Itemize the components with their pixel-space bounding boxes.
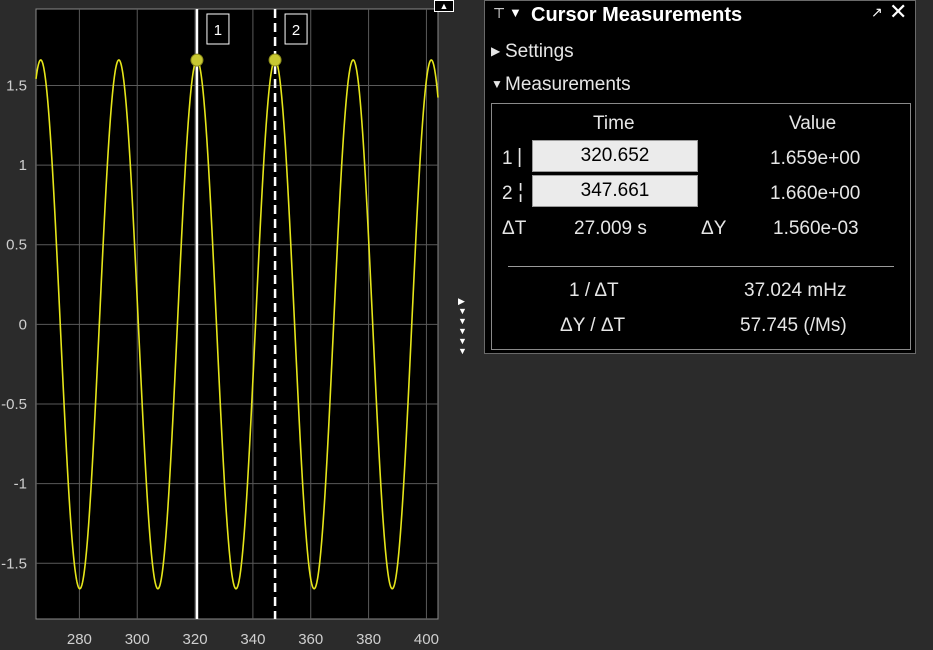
y-tick-label: -0.5 — [1, 396, 27, 413]
expand-toolbar-icon[interactable]: ▲ — [434, 0, 454, 12]
x-tick-label: 300 — [125, 631, 150, 648]
x-tick-label: 320 — [183, 631, 208, 648]
cursor1-value: 1.659e+00 — [770, 148, 861, 169]
delta-t-value: 27.009 s — [574, 218, 647, 239]
settings-section-toggle[interactable]: ▶ Settings — [491, 41, 574, 63]
x-tick-label: 380 — [356, 631, 381, 648]
y-tick-label: 1.5 — [6, 77, 27, 94]
y-tick-label: 1 — [19, 157, 27, 174]
y-tick-label: 0.5 — [6, 237, 27, 254]
table-divider — [508, 266, 894, 267]
delta-t-label: ΔT — [502, 218, 527, 239]
undock-arrow-icon[interactable]: ↗ — [871, 4, 883, 21]
panel-header: ⊤ ▼ Cursor Measurements ↗ ✕ — [485, 0, 915, 31]
collapse-arrow-icon: ▼ — [458, 336, 467, 346]
collapse-arrow-icon: ▼ — [458, 346, 467, 356]
inverse-delta-t-value: 37.024 mHz — [744, 280, 847, 301]
y-tick-label: -1 — [14, 476, 27, 493]
inverse-delta-t-label: 1 / ΔT — [569, 280, 619, 301]
y-tick-label: -1.5 — [1, 555, 27, 572]
collapse-arrow-icon: ▶ — [458, 296, 465, 306]
delta-y-value: 1.560e-03 — [773, 218, 859, 239]
time-header: Time — [593, 113, 635, 134]
cursor1-row-label: 1 — [502, 148, 513, 169]
chevron-down-icon: ▼ — [491, 77, 503, 91]
panel-title: Cursor Measurements — [531, 4, 743, 26]
chevron-right-icon: ▶ — [491, 44, 501, 58]
measurements-section-toggle[interactable]: ▼ Measurements — [491, 74, 631, 96]
x-tick-label: 340 — [240, 631, 265, 648]
cursor-2-marker[interactable] — [268, 53, 282, 67]
scope-plot[interactable]: 280 300 320 340 360 380 400 1.5 1 0.5 0 -0.5 -1 -1.5 1… — [0, 0, 478, 650]
y-tick-label: 0 — [19, 316, 27, 333]
dashed-cursor-icon: ¦ — [518, 181, 524, 203]
cursor-1-marker[interactable] — [190, 53, 204, 67]
cursor2-row-label: 2 — [502, 183, 513, 204]
measurements-table: Time Value 1 | 320.652 1.659e+00 2 ¦ 347… — [491, 103, 911, 350]
cursor-measurements-panel: ⊤ ▼ Cursor Measurements ↗ ✕ ▶ Settings ▼ M… — [484, 0, 916, 354]
collapse-arrow-icon: ▼ — [458, 306, 467, 316]
cursor-1-tag: 1 — [214, 22, 222, 39]
x-tick-label: 400 — [414, 631, 439, 648]
pin-icon[interactable]: ⊤ — [493, 5, 505, 22]
panel-menu-icon[interactable]: ▼ — [509, 5, 522, 20]
collapse-arrow-icon: ▼ — [458, 326, 467, 336]
collapse-arrow-icon: ▼ — [458, 316, 467, 326]
solid-cursor-icon: | — [517, 146, 523, 168]
cursor2-value: 1.660e+00 — [770, 183, 861, 204]
cursor1-time-input[interactable]: 320.652 — [532, 140, 698, 172]
x-tick-label: 280 — [67, 631, 92, 648]
cursor-2-tag: 2 — [292, 22, 300, 39]
settings-label: Settings — [505, 41, 574, 62]
slope-value: 57.745 (/Ms) — [740, 315, 847, 336]
value-header: Value — [789, 113, 837, 134]
measurements-label: Measurements — [505, 74, 631, 95]
cursor2-time-input[interactable]: 347.661 — [532, 175, 698, 207]
plot-area — [35, 8, 439, 620]
panel-collapse-handle[interactable]: ▶ ▼ ▼ ▼ ▼ ▼ — [458, 296, 470, 358]
close-icon[interactable]: ✕ — [889, 0, 907, 25]
x-tick-label: 360 — [298, 631, 323, 648]
slope-label: ΔY / ΔT — [560, 315, 626, 336]
delta-y-label: ΔY — [701, 218, 727, 239]
scope-display[interactable]: 280 300 320 340 360 380 400 1.5 1 0.5 0 -0.5 -1 -1.5 1… — [0, 0, 478, 650]
